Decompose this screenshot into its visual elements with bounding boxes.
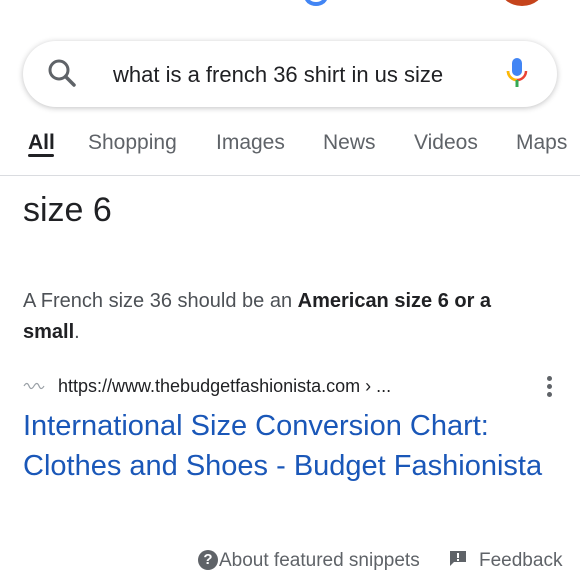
active-tab-indicator [28, 154, 54, 157]
tab-shopping[interactable]: Shopping [88, 130, 177, 156]
snippet-text-end: . [74, 321, 80, 343]
featured-answer: size 6 [23, 191, 112, 229]
about-featured-snippets-link[interactable]: About featured snippets [219, 549, 420, 573]
feedback-icon[interactable] [449, 550, 467, 567]
favicon [23, 382, 45, 390]
tab-images[interactable]: Images [216, 130, 285, 156]
tab-maps[interactable]: Maps [516, 130, 567, 156]
help-icon[interactable]: ? [198, 550, 218, 570]
search-tabs: All Shopping Images News Videos Maps [0, 118, 580, 176]
mic-icon[interactable] [504, 56, 530, 90]
kebab-menu-icon[interactable] [543, 376, 555, 400]
avatar[interactable] [500, 0, 544, 6]
snippet-text: A French size 36 should be an American s… [23, 286, 543, 348]
tab-news[interactable]: News [323, 130, 376, 156]
result-title-link[interactable]: International Size Conversion Chart: Clo… [23, 406, 543, 486]
snippet-footer: ? About featured snippets Feedback [0, 546, 580, 576]
top-strip [0, 0, 580, 36]
tab-videos[interactable]: Videos [414, 130, 478, 156]
snippet-text-start: A French size 36 should be an [23, 290, 298, 312]
source-url[interactable]: https://www.thebudgetfashionista.com › .… [58, 374, 391, 398]
tab-all[interactable]: All [28, 130, 55, 156]
search-icon[interactable] [46, 57, 78, 89]
google-logo-partial[interactable] [304, 0, 328, 6]
feedback-link[interactable]: Feedback [479, 549, 562, 573]
search-input[interactable]: what is a french 36 shirt in us size [113, 60, 475, 90]
result-source[interactable]: https://www.thebudgetfashionista.com › .… [23, 372, 563, 400]
